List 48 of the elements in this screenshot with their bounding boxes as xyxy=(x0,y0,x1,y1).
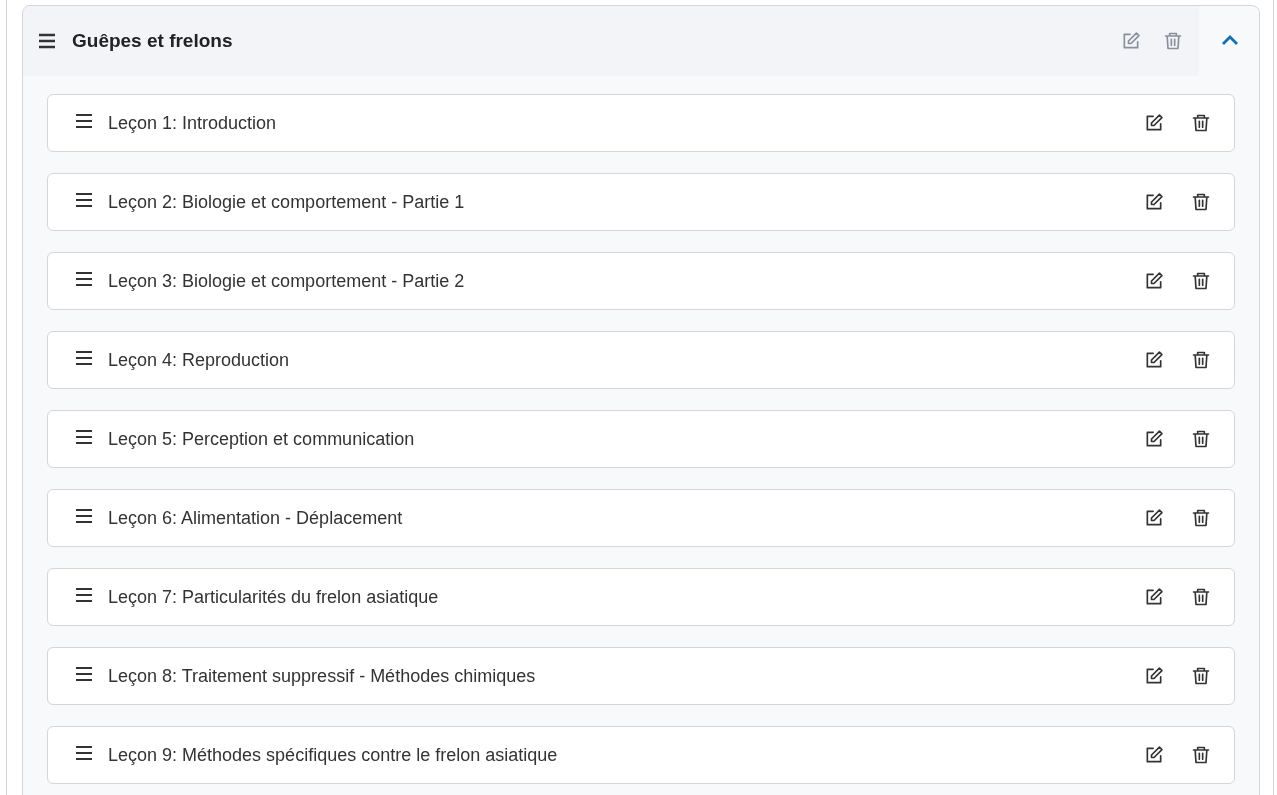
edit-icon[interactable] xyxy=(1144,113,1164,133)
trash-icon[interactable] xyxy=(1191,508,1211,528)
edit-icon[interactable] xyxy=(1144,508,1164,528)
lesson-row[interactable]: Leçon 8: Traitement suppressif - Méthodes chimiques xyxy=(47,647,1235,705)
lesson-title: Leçon 1: Introduction xyxy=(108,111,277,135)
lesson-row[interactable]: Leçon 1: Introduction xyxy=(47,94,1235,152)
lesson-title: Leçon 4: Reproduction xyxy=(108,348,290,372)
trash-icon[interactable] xyxy=(1191,192,1211,212)
trash-icon[interactable] xyxy=(1191,350,1211,370)
edit-icon[interactable] xyxy=(1144,192,1164,212)
lesson-title: Leçon 6: Alimentation - Déplacement xyxy=(108,506,403,530)
drag-handle-icon[interactable] xyxy=(75,350,93,366)
lesson-title: Leçon 5: Perception et communication xyxy=(108,427,415,451)
edit-icon[interactable] xyxy=(1144,350,1164,370)
trash-icon[interactable] xyxy=(1191,429,1211,449)
lesson-row[interactable]: Leçon 3: Biologie et comportement - Partie 2 xyxy=(47,252,1235,310)
trash-icon[interactable] xyxy=(1191,113,1211,133)
lesson-row[interactable]: Leçon 2: Biologie et comportement - Partie 1 xyxy=(47,173,1235,231)
trash-icon[interactable] xyxy=(1191,745,1211,765)
drag-handle-icon[interactable] xyxy=(75,666,93,682)
edit-icon[interactable] xyxy=(1144,587,1164,607)
trash-icon[interactable] xyxy=(1191,587,1211,607)
edit-icon[interactable] xyxy=(1144,429,1164,449)
edit-icon[interactable] xyxy=(1144,271,1164,291)
trash-icon[interactable] xyxy=(1191,666,1211,686)
lesson-row[interactable]: Leçon 6: Alimentation - Déplacement xyxy=(47,489,1235,547)
lesson-title: Leçon 8: Traitement suppressif - Méthodes chimiques xyxy=(108,664,536,688)
edit-icon[interactable] xyxy=(1144,745,1164,765)
drag-handle-icon[interactable] xyxy=(37,33,57,49)
edit-icon[interactable] xyxy=(1144,666,1164,686)
lesson-title: Leçon 2: Biologie et comportement - Partie 1 xyxy=(108,190,465,214)
trash-icon[interactable] xyxy=(1191,271,1211,291)
lesson-row[interactable]: Leçon 7: Particularités du frelon asiatique xyxy=(47,568,1235,626)
drag-handle-icon[interactable] xyxy=(75,271,93,287)
drag-handle-icon[interactable] xyxy=(75,745,93,761)
lesson-title: Leçon 7: Particularités du frelon asiatique xyxy=(108,585,439,609)
chevron-up-icon[interactable] xyxy=(1221,34,1239,46)
lesson-row[interactable]: Leçon 9: Méthodes spécifiques contre le frelon asiatique xyxy=(47,726,1235,784)
drag-handle-icon[interactable] xyxy=(75,508,93,524)
lesson-title: Leçon 9: Méthodes spécifiques contre le frelon asiatique xyxy=(108,743,558,767)
section-title: Guêpes et frelons xyxy=(72,28,233,53)
drag-handle-icon[interactable] xyxy=(75,429,93,445)
lesson-row[interactable]: Leçon 4: Reproduction xyxy=(47,331,1235,389)
lesson-title: Leçon 3: Biologie et comportement - Partie 2 xyxy=(108,269,465,293)
drag-handle-icon[interactable] xyxy=(75,192,93,208)
drag-handle-icon[interactable] xyxy=(75,113,93,129)
drag-handle-icon[interactable] xyxy=(75,587,93,603)
lesson-row[interactable]: Leçon 5: Perception et communication xyxy=(47,410,1235,468)
